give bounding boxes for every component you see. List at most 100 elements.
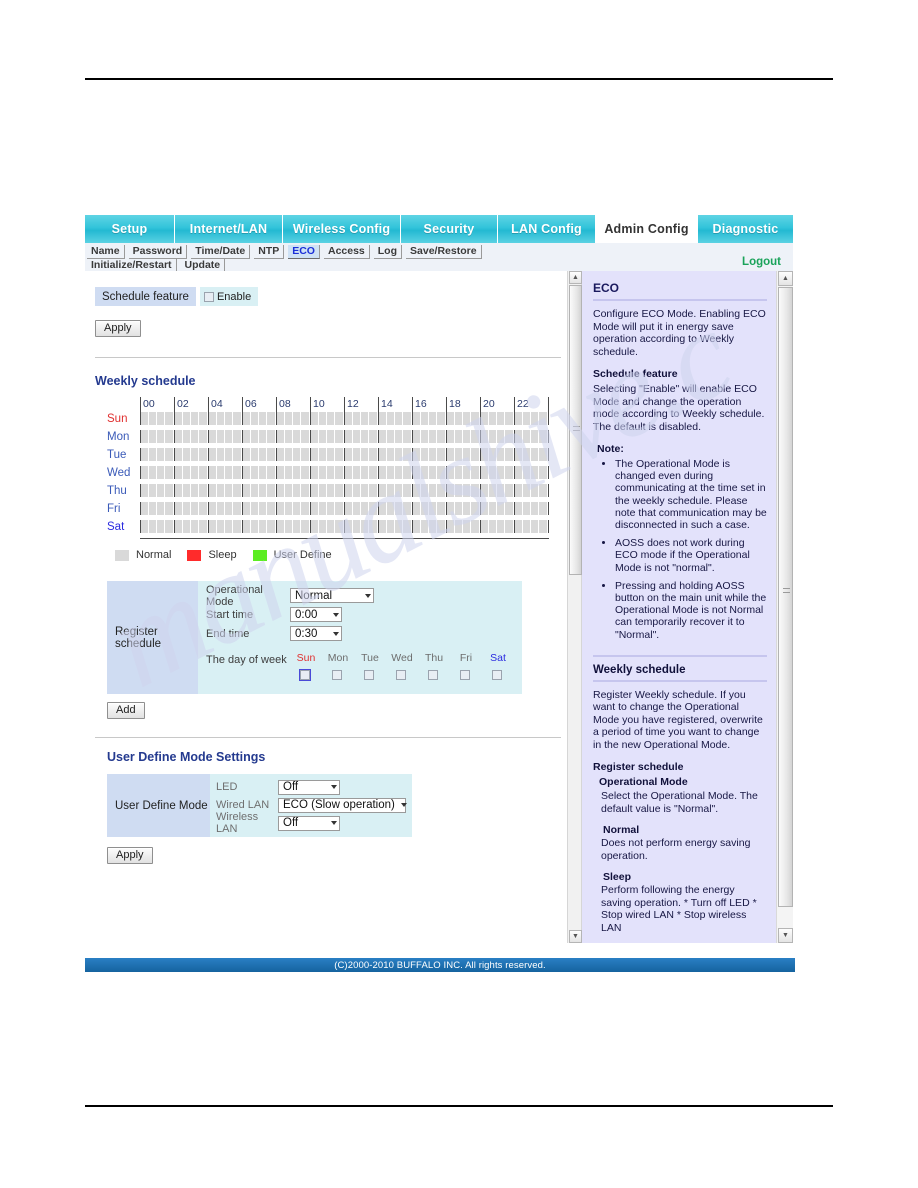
weekly-schedule-cell[interactable] [141, 466, 149, 479]
weekly-schedule-cell[interactable] [149, 448, 157, 461]
weekly-schedule-cell[interactable] [539, 502, 547, 515]
weekly-schedule-cell[interactable] [345, 466, 353, 479]
weekly-schedule-cell[interactable] [191, 430, 199, 443]
weekly-schedule-cell[interactable] [531, 502, 539, 515]
weekly-schedule-cell[interactable] [523, 430, 531, 443]
weekly-schedule-cell[interactable] [437, 466, 445, 479]
weekly-schedule-cell[interactable] [311, 466, 319, 479]
weekly-schedule-cell[interactable] [421, 484, 429, 497]
weekly-schedule-cell[interactable] [403, 484, 411, 497]
weekly-schedule-cell[interactable] [301, 520, 309, 533]
weekly-schedule-cell[interactable] [191, 412, 199, 425]
weekly-schedule-cell[interactable] [301, 448, 309, 461]
weekly-schedule-cell[interactable] [387, 412, 395, 425]
page-scroll-down-arrow[interactable]: ▼ [778, 928, 793, 943]
subtab-ntp[interactable]: NTP [254, 244, 285, 259]
weekly-schedule-cell[interactable] [471, 448, 479, 461]
weekly-schedule-cell[interactable] [285, 448, 293, 461]
weekly-schedule-cell[interactable] [387, 484, 395, 497]
add-schedule-button[interactable]: Add [107, 702, 145, 719]
day-of-week-checkbox-thu[interactable] [427, 670, 438, 680]
logout-link[interactable]: Logout [742, 256, 781, 268]
weekly-schedule-cell[interactable] [311, 484, 319, 497]
weekly-schedule-cell[interactable] [497, 484, 505, 497]
weekly-schedule-cell[interactable] [293, 502, 301, 515]
weekly-schedule-cell[interactable] [345, 430, 353, 443]
weekly-schedule-cell[interactable] [243, 448, 251, 461]
weekly-schedule-cell[interactable] [395, 502, 403, 515]
weekly-schedule-cell[interactable] [217, 502, 225, 515]
weekly-schedule-cell[interactable] [447, 520, 455, 533]
weekly-schedule-cell[interactable] [523, 412, 531, 425]
weekly-schedule-cell[interactable] [149, 502, 157, 515]
weekly-schedule-cell[interactable] [259, 412, 267, 425]
operational-mode-select[interactable]: Normal [290, 588, 374, 603]
weekly-schedule-cell[interactable] [481, 430, 489, 443]
weekly-schedule-cell[interactable] [471, 466, 479, 479]
weekly-schedule-cell[interactable] [267, 412, 275, 425]
weekly-schedule-cell[interactable] [267, 484, 275, 497]
weekly-schedule-cell[interactable] [353, 502, 361, 515]
apply-user-define-button[interactable]: Apply [107, 847, 153, 864]
weekly-schedule-cell[interactable] [141, 448, 149, 461]
weekly-schedule-cell[interactable] [353, 466, 361, 479]
weekly-schedule-cell[interactable] [267, 520, 275, 533]
weekly-schedule-cell[interactable] [403, 448, 411, 461]
weekly-schedule-cell[interactable] [233, 466, 241, 479]
weekly-schedule-cell[interactable] [345, 484, 353, 497]
weekly-schedule-cell[interactable] [369, 502, 377, 515]
led-select[interactable]: Off [278, 779, 340, 795]
wireless-lan-select[interactable]: Off [278, 815, 340, 831]
help-pane-scrollbar[interactable]: ▲ ▼ [567, 271, 582, 943]
weekly-schedule-cell[interactable] [285, 430, 293, 443]
weekly-schedule-cell[interactable] [319, 502, 327, 515]
weekly-schedule-cell[interactable] [369, 484, 377, 497]
scroll-thumb[interactable] [569, 285, 582, 575]
weekly-schedule-cell[interactable] [277, 448, 285, 461]
weekly-schedule-cell[interactable] [225, 520, 233, 533]
apply-schedule-button[interactable]: Apply [95, 320, 141, 337]
weekly-schedule-cell[interactable] [183, 448, 191, 461]
tab-internet-lan[interactable]: Internet/LAN [175, 215, 283, 243]
weekly-schedule-cell[interactable] [413, 412, 421, 425]
weekly-schedule-cell[interactable] [429, 502, 437, 515]
weekly-schedule-cell[interactable] [251, 430, 259, 443]
weekly-schedule-cell[interactable] [395, 520, 403, 533]
weekly-schedule-grid[interactable]: 00 02 04 06 08 10 12 14 16 18 20 22 Sun M… [107, 397, 557, 539]
weekly-schedule-cell[interactable] [175, 484, 183, 497]
weekly-schedule-cell[interactable] [243, 466, 251, 479]
weekly-schedule-cell[interactable] [293, 430, 301, 443]
weekly-schedule-cell[interactable] [243, 502, 251, 515]
weekly-schedule-cell[interactable] [293, 466, 301, 479]
weekly-schedule-cell[interactable] [251, 502, 259, 515]
weekly-schedule-cell[interactable] [387, 520, 395, 533]
weekly-schedule-cell[interactable] [481, 466, 489, 479]
weekly-schedule-cell[interactable] [175, 466, 183, 479]
weekly-schedule-cell[interactable] [251, 412, 259, 425]
weekly-schedule-cell[interactable] [523, 484, 531, 497]
weekly-schedule-cell[interactable] [395, 484, 403, 497]
weekly-schedule-cell[interactable] [497, 448, 505, 461]
weekly-schedule-cell[interactable] [455, 502, 463, 515]
weekly-schedule-cell[interactable] [149, 412, 157, 425]
weekly-schedule-cell[interactable] [395, 430, 403, 443]
weekly-schedule-cell[interactable] [413, 484, 421, 497]
weekly-schedule-cell[interactable] [421, 502, 429, 515]
weekly-schedule-cell[interactable] [327, 520, 335, 533]
weekly-schedule-cell[interactable] [345, 520, 353, 533]
weekly-schedule-cell[interactable] [319, 448, 327, 461]
weekly-schedule-cell[interactable] [531, 520, 539, 533]
weekly-schedule-cell[interactable] [293, 412, 301, 425]
weekly-schedule-cell[interactable] [165, 502, 173, 515]
weekly-schedule-cell[interactable] [429, 412, 437, 425]
weekly-schedule-cell[interactable] [463, 466, 471, 479]
weekly-schedule-cell[interactable] [447, 502, 455, 515]
weekly-schedule-cell[interactable] [471, 520, 479, 533]
schedule-enable-group[interactable]: Enable [199, 287, 259, 306]
weekly-schedule-cell[interactable] [243, 520, 251, 533]
weekly-schedule-cell[interactable] [421, 430, 429, 443]
weekly-schedule-cell[interactable] [217, 448, 225, 461]
weekly-schedule-cell[interactable] [267, 502, 275, 515]
weekly-schedule-cell[interactable] [523, 466, 531, 479]
weekly-schedule-cell[interactable] [447, 448, 455, 461]
